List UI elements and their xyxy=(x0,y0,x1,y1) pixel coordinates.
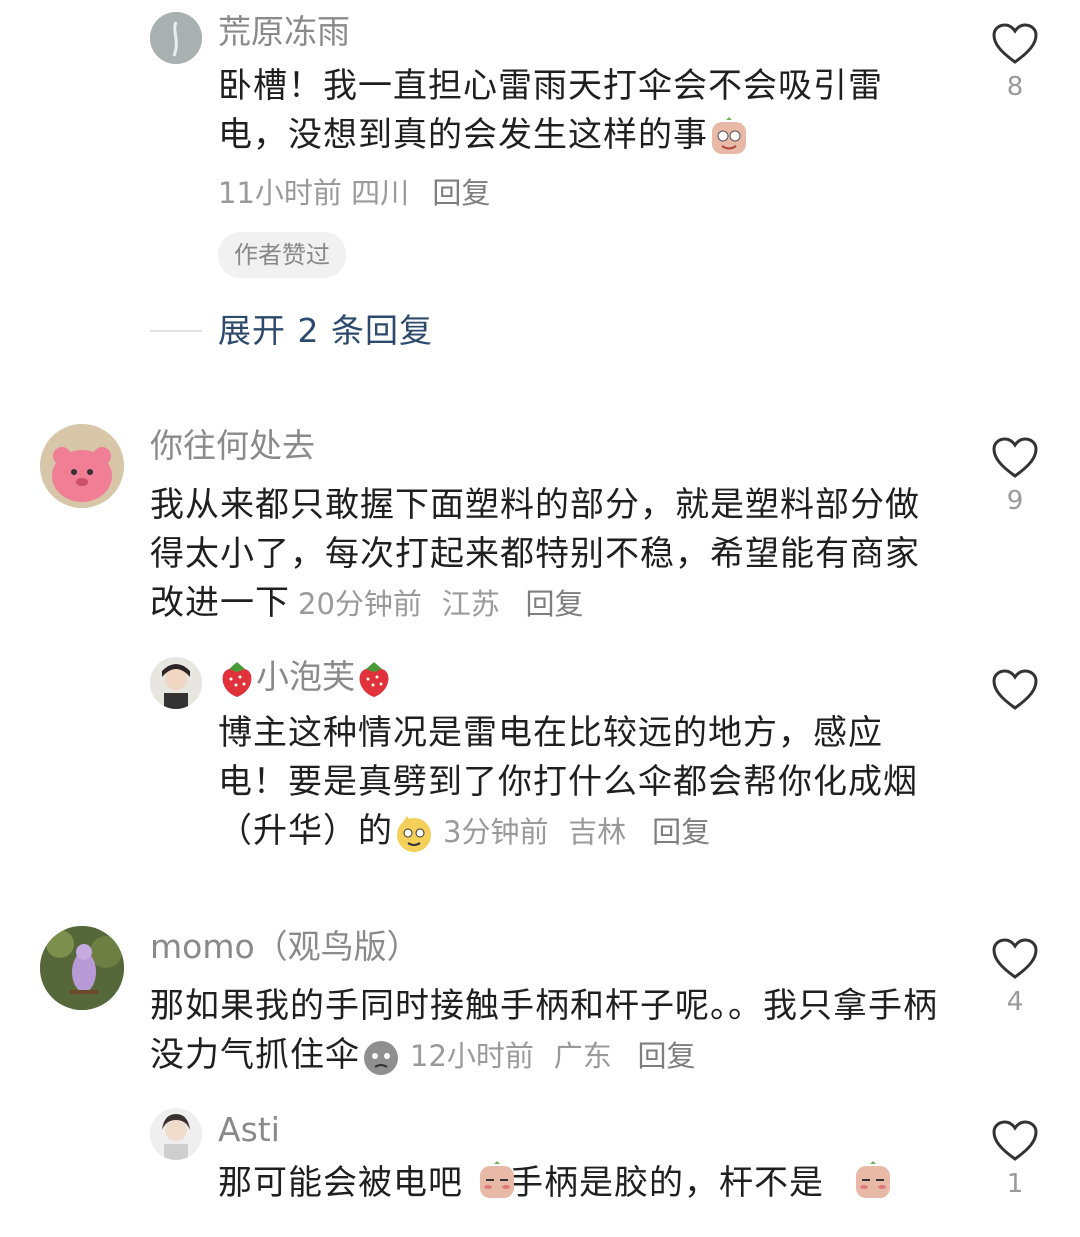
comment-username[interactable]: 小泡芙 xyxy=(218,657,393,699)
strawberry-icon xyxy=(222,661,252,697)
expand-replies-button[interactable]: 展开 2 条回复 xyxy=(218,311,433,351)
strawberry-icon xyxy=(359,661,389,697)
like-count: 9 xyxy=(1006,486,1024,516)
comment-text: 那可能会被电吧 手柄是胶的，杆不是 xyxy=(218,1163,824,1203)
like-button[interactable]: 1 xyxy=(989,1119,1041,1199)
sad-face-sticker-icon xyxy=(364,1040,398,1075)
like-count: 8 xyxy=(1006,72,1024,102)
reply-button[interactable]: 回复 xyxy=(432,176,490,210)
reply-button[interactable]: 回复 xyxy=(526,587,584,621)
heart-outline-icon xyxy=(992,669,1038,710)
comment-username[interactable]: 你往何处去 xyxy=(150,426,315,466)
author-liked-badge: 作者赞过 xyxy=(218,232,346,278)
laughing-sticker-icon xyxy=(712,116,746,154)
avatar[interactable] xyxy=(150,1108,202,1160)
blushing-sticker-icon xyxy=(476,1160,518,1202)
reply-button[interactable]: 回复 xyxy=(652,815,710,849)
heart-outline-icon xyxy=(992,23,1038,64)
heart-outline-icon xyxy=(992,938,1038,979)
avatar[interactable] xyxy=(150,12,202,64)
comment-text: 博主这种情况是雷电在比较远的地方，感应电！要是真劈到了你打什么伞都会帮你化成烟（… xyxy=(218,709,938,857)
comment-text: 那如果我的手同时接触手柄和杆子呢。。我只拿手柄没力气抓住伞 12小时前 广东 回复 xyxy=(150,982,940,1081)
like-count: 1 xyxy=(1006,1169,1024,1199)
avatar[interactable] xyxy=(40,926,124,1010)
like-button[interactable]: 4 xyxy=(989,937,1041,1017)
like-button[interactable] xyxy=(989,668,1041,712)
comment-text: 我从来都只敢握下面塑料的部分，就是塑料部分做得太小了，每次打起来都特别不稳，希望… xyxy=(150,485,920,623)
heart-outline-icon xyxy=(992,1120,1038,1161)
comment-username[interactable]: Asti xyxy=(218,1110,280,1150)
like-button[interactable]: 8 xyxy=(989,22,1041,102)
divider xyxy=(150,330,202,332)
sly-face-sticker-icon xyxy=(397,815,431,852)
avatar[interactable] xyxy=(150,657,202,709)
blushing-sticker-icon xyxy=(852,1160,894,1202)
comment-text: 卧槽！我一直担心雷雨天打伞会不会吸引雷电，没想到真的会发生这样的事 xyxy=(218,62,928,160)
like-button[interactable]: 9 xyxy=(989,436,1041,516)
comment-username[interactable]: 荒原冻雨 xyxy=(218,12,350,52)
comment-username[interactable]: momo（观鸟版） xyxy=(150,927,420,967)
comment-meta: 11小时前 四川 回复 xyxy=(218,176,491,210)
reply-button[interactable]: 回复 xyxy=(638,1039,696,1073)
heart-outline-icon xyxy=(992,437,1038,478)
avatar[interactable] xyxy=(40,424,124,508)
like-count: 4 xyxy=(1006,987,1024,1017)
